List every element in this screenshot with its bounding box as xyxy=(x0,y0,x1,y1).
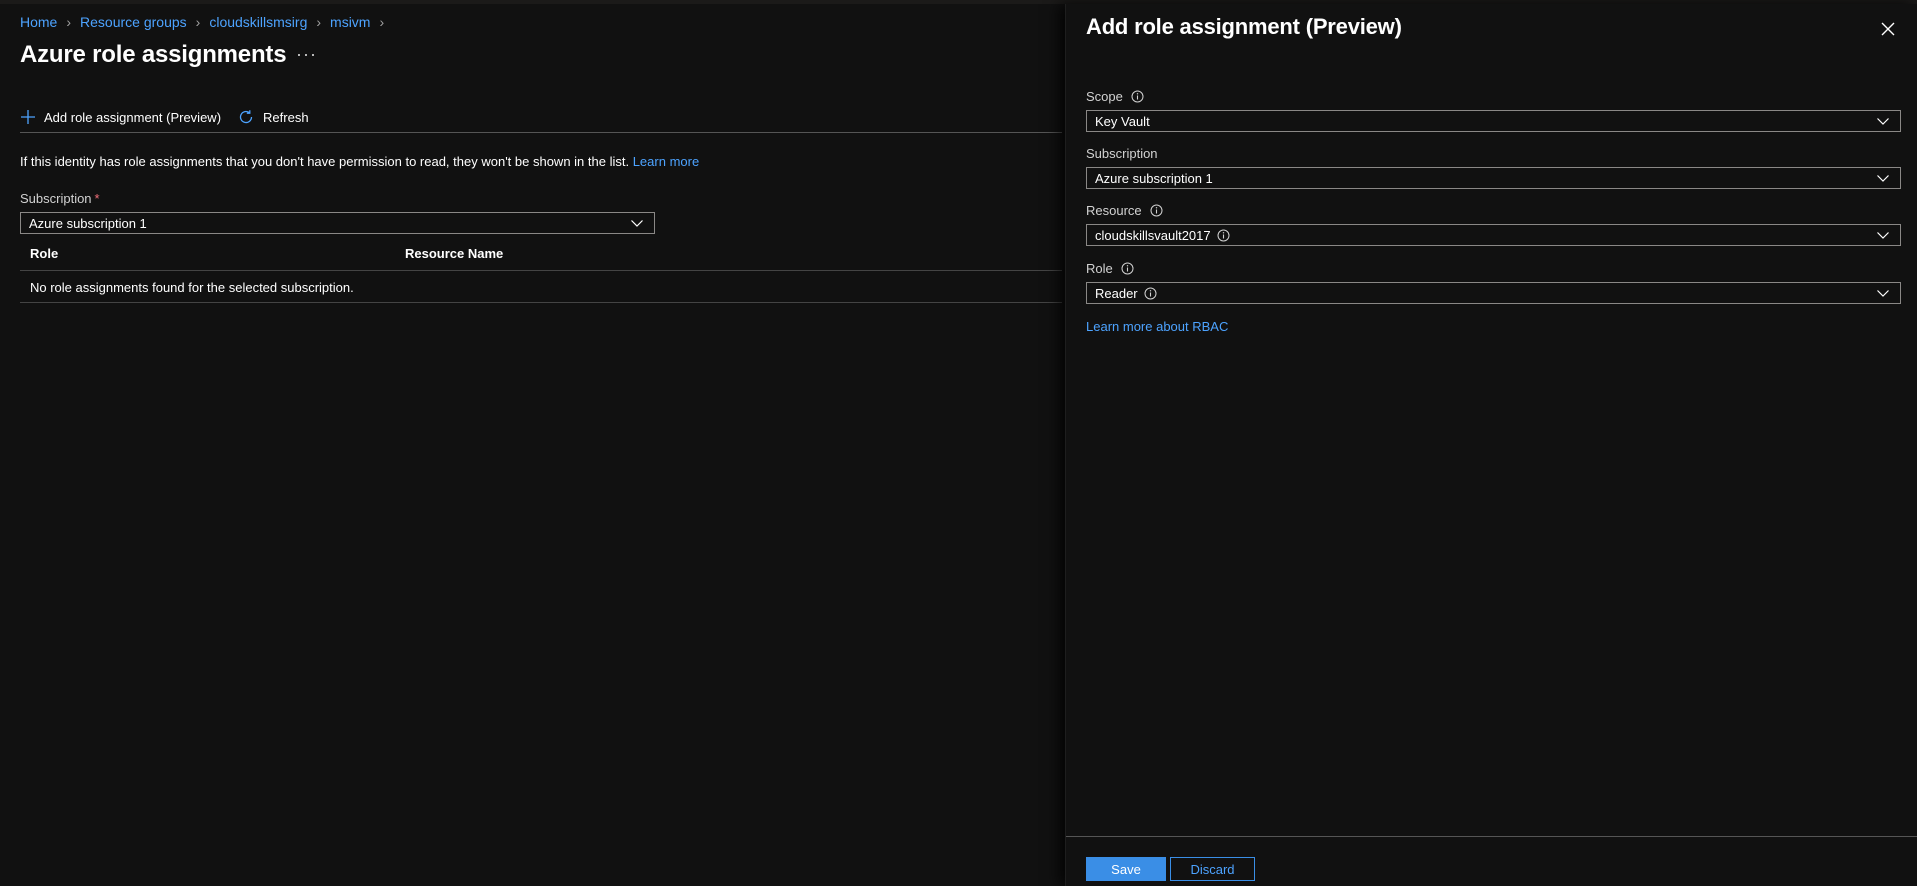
subscription-label-text: Subscription xyxy=(20,191,92,206)
info-icon[interactable] xyxy=(1131,90,1144,103)
subscription-dropdown-value: Azure subscription 1 xyxy=(29,215,147,231)
resource-label-text: Resource xyxy=(1086,203,1142,218)
breadcrumb-separator-icon: › xyxy=(316,14,322,30)
discard-button[interactable]: Discard xyxy=(1170,857,1255,881)
resource-value: cloudskillsvault2017 xyxy=(1095,227,1211,243)
add-role-assignment-panel: Add role assignment (Preview) Scope Key … xyxy=(1065,4,1917,886)
footer-divider xyxy=(1066,836,1917,837)
breadcrumb-separator-icon: › xyxy=(66,14,72,30)
info-message: If this identity has role assignments th… xyxy=(20,154,699,169)
chevron-down-icon xyxy=(629,215,645,234)
info-icon[interactable] xyxy=(1144,287,1157,300)
empty-message: No role assignments found for the select… xyxy=(30,280,354,295)
add-role-assignment-label: Add role assignment (Preview) xyxy=(44,109,222,125)
panel-subscription-dropdown[interactable]: Azure subscription 1 xyxy=(1086,167,1901,189)
scope-label-text: Scope xyxy=(1086,89,1123,104)
breadcrumb-vm[interactable]: msivm xyxy=(330,14,370,30)
info-icon[interactable] xyxy=(1121,262,1134,275)
breadcrumb-home[interactable]: Home xyxy=(20,14,57,30)
role-label: Role xyxy=(1086,261,1134,276)
panel-subscription-label-text: Subscription xyxy=(1086,146,1158,161)
chevron-down-icon xyxy=(1875,227,1891,246)
breadcrumb-resource-group[interactable]: cloudskillsmsirg xyxy=(209,14,307,30)
resource-dropdown[interactable]: cloudskillsvault2017 xyxy=(1086,224,1901,246)
subscription-label: Subscription * xyxy=(20,191,100,206)
role-label-text: Role xyxy=(1086,261,1113,276)
required-marker: * xyxy=(94,191,100,206)
divider xyxy=(20,132,1062,133)
role-value: Reader xyxy=(1095,285,1138,301)
chevron-down-icon xyxy=(1875,285,1891,304)
save-button[interactable]: Save xyxy=(1086,857,1166,881)
breadcrumb-separator-icon: › xyxy=(195,14,201,30)
table-header: Role Resource Name xyxy=(20,242,1062,271)
refresh-icon xyxy=(237,108,255,126)
page-title: Azure role assignments xyxy=(20,41,287,68)
command-bar: Add role assignment (Preview) Refresh xyxy=(20,103,1062,131)
chevron-down-icon xyxy=(1875,170,1891,189)
plus-icon xyxy=(20,109,36,125)
info-icon[interactable] xyxy=(1217,229,1230,242)
panel-subscription-label: Subscription xyxy=(1086,146,1158,161)
breadcrumb: Home › Resource groups › cloudskillsmsir… xyxy=(20,14,393,30)
role-dropdown[interactable]: Reader xyxy=(1086,282,1901,304)
panel-subscription-value: Azure subscription 1 xyxy=(1095,170,1213,186)
chevron-down-icon xyxy=(1875,113,1891,132)
learn-more-rbac-link[interactable]: Learn more about RBAC xyxy=(1086,319,1228,334)
panel-title: Add role assignment (Preview) xyxy=(1086,14,1402,39)
refresh-button[interactable]: Refresh xyxy=(237,108,309,126)
scope-value: Key Vault xyxy=(1095,113,1150,129)
column-header-resource-name[interactable]: Resource Name xyxy=(405,246,503,261)
info-icon[interactable] xyxy=(1150,204,1163,217)
close-icon[interactable] xyxy=(1879,20,1897,38)
scope-dropdown[interactable]: Key Vault xyxy=(1086,110,1901,132)
column-header-role[interactable]: Role xyxy=(30,246,58,261)
more-options-button[interactable]: ··· xyxy=(296,44,317,65)
learn-more-link[interactable]: Learn more xyxy=(633,154,699,169)
table-empty-row: No role assignments found for the select… xyxy=(20,270,1062,303)
subscription-dropdown[interactable]: Azure subscription 1 xyxy=(20,212,655,234)
refresh-label: Refresh xyxy=(263,109,309,125)
resource-label: Resource xyxy=(1086,203,1163,218)
breadcrumb-resource-groups[interactable]: Resource groups xyxy=(80,14,187,30)
scope-label: Scope xyxy=(1086,89,1144,104)
info-text: If this identity has role assignments th… xyxy=(20,154,630,169)
breadcrumb-separator-icon: › xyxy=(379,14,385,30)
add-role-assignment-button[interactable]: Add role assignment (Preview) xyxy=(20,109,221,125)
